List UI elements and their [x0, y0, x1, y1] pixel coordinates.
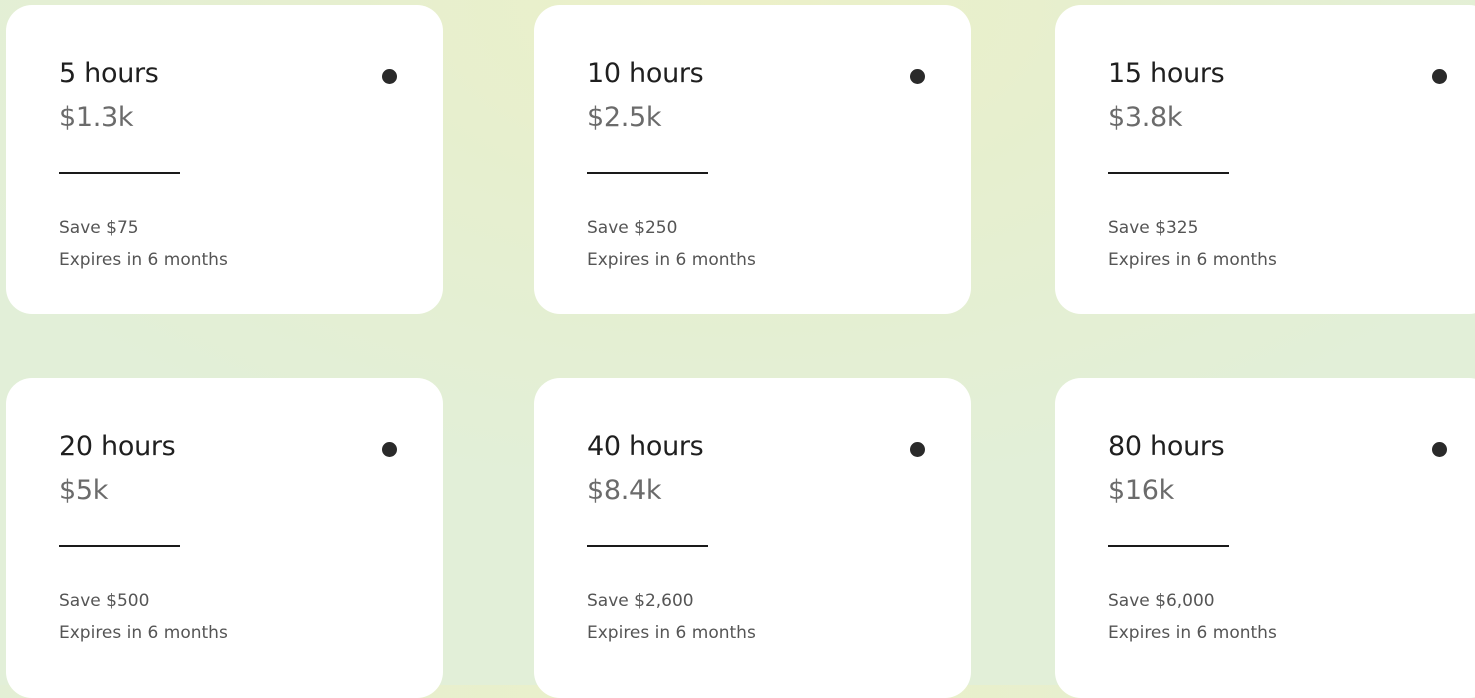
package-card-40-hours[interactable]: 40 hours $8.4k Save $2,600 Expires in 6 … [534, 378, 971, 698]
radio-dot-icon[interactable] [910, 442, 925, 457]
package-hours: 5 hours [59, 58, 159, 89]
package-expiry: Expires in 6 months [1108, 250, 1277, 270]
package-card-15-hours[interactable]: 15 hours $3.8k Save $325 Expires in 6 mo… [1055, 5, 1475, 314]
package-hours: 20 hours [59, 431, 176, 462]
radio-dot-icon[interactable] [1432, 442, 1447, 457]
package-price: $1.3k [59, 102, 134, 133]
package-savings: Save $500 [59, 591, 150, 611]
package-hours: 10 hours [587, 58, 704, 89]
package-price: $2.5k [587, 102, 662, 133]
package-savings: Save $2,600 [587, 591, 694, 611]
radio-dot-icon[interactable] [382, 442, 397, 457]
radio-dot-icon[interactable] [1432, 69, 1447, 84]
divider [587, 172, 708, 174]
divider [1108, 545, 1229, 547]
package-expiry: Expires in 6 months [1108, 623, 1277, 643]
package-hours: 40 hours [587, 431, 704, 462]
package-savings: Save $6,000 [1108, 591, 1215, 611]
package-savings: Save $325 [1108, 218, 1199, 238]
package-card-5-hours[interactable]: 5 hours $1.3k Save $75 Expires in 6 mont… [6, 5, 443, 314]
package-price: $5k [59, 475, 109, 506]
package-hours: 80 hours [1108, 431, 1225, 462]
divider [587, 545, 708, 547]
package-card-10-hours[interactable]: 10 hours $2.5k Save $250 Expires in 6 mo… [534, 5, 971, 314]
package-card-20-hours[interactable]: 20 hours $5k Save $500 Expires in 6 mont… [6, 378, 443, 698]
package-price: $16k [1108, 475, 1174, 506]
package-expiry: Expires in 6 months [587, 250, 756, 270]
divider [59, 545, 180, 547]
package-card-80-hours[interactable]: 80 hours $16k Save $6,000 Expires in 6 m… [1055, 378, 1475, 698]
package-expiry: Expires in 6 months [59, 623, 228, 643]
package-expiry: Expires in 6 months [59, 250, 228, 270]
divider [1108, 172, 1229, 174]
radio-dot-icon[interactable] [382, 69, 397, 84]
package-hours: 15 hours [1108, 58, 1225, 89]
divider [59, 172, 180, 174]
package-savings: Save $250 [587, 218, 678, 238]
package-price: $8.4k [587, 475, 662, 506]
radio-dot-icon[interactable] [910, 69, 925, 84]
package-savings: Save $75 [59, 218, 139, 238]
package-price: $3.8k [1108, 102, 1183, 133]
package-grid: 5 hours $1.3k Save $75 Expires in 6 mont… [0, 0, 1475, 698]
package-expiry: Expires in 6 months [587, 623, 756, 643]
